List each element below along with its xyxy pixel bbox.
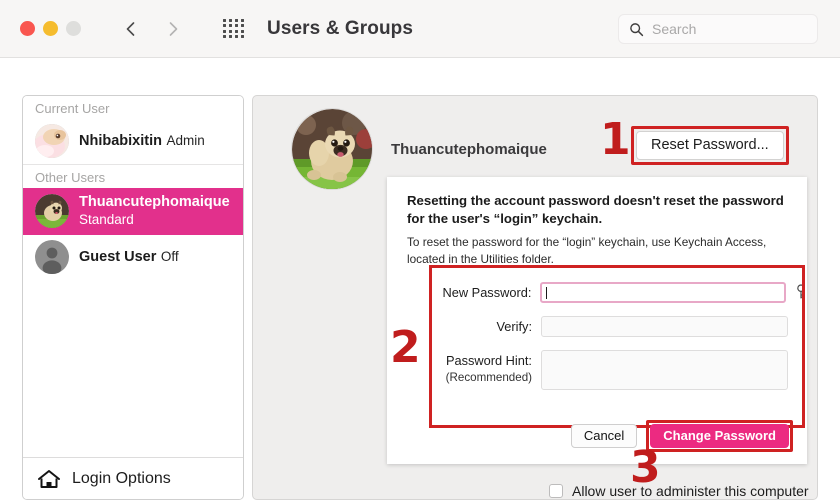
sidebar-item-text: Thuancutephomaique Standard [79, 193, 233, 229]
sidebar-item-login-options[interactable]: Login Options [23, 457, 243, 499]
sidebar-item-guest-user[interactable]: Guest User Off [23, 235, 243, 280]
sidebar-item-text: Nhibabixitin Admin [79, 132, 205, 150]
user-name: Guest User [79, 249, 157, 266]
change-password-highlight: Change Password [646, 420, 793, 452]
password-hint-label: Password Hint: (Recommended) [431, 350, 541, 385]
minimize-button[interactable] [43, 21, 58, 36]
field-row-verify: Verify: [431, 316, 807, 337]
traffic-light-buttons [20, 21, 81, 36]
admin-checkbox-row: Allow user to administer this computer [549, 483, 809, 499]
cancel-button[interactable]: Cancel [570, 424, 638, 448]
password-hint-label-main: Password Hint: [445, 353, 532, 368]
account-avatar[interactable] [291, 108, 373, 190]
verify-input[interactable] [541, 316, 788, 337]
home-icon [36, 468, 62, 490]
user-role: Off [160, 249, 179, 265]
avatar [35, 240, 69, 275]
field-row-new-password: New Password: [431, 282, 807, 303]
search-icon [629, 22, 644, 37]
search-input[interactable]: Search [618, 14, 818, 44]
back-chevron-icon[interactable] [123, 21, 139, 37]
sidebar-footer-label: Login Options [72, 469, 171, 487]
annotation-number-3: 3 [630, 442, 661, 493]
sidebar-group-header-other-users: Other Users [23, 164, 243, 188]
avatar [35, 124, 69, 158]
navigation-buttons [123, 21, 181, 37]
new-password-input[interactable] [540, 282, 786, 303]
reset-password-button[interactable]: Reset Password... [636, 131, 784, 160]
sidebar-group-header-current-user: Current User [23, 96, 243, 119]
new-password-label: New Password: [442, 285, 532, 300]
user-role: Standard [79, 212, 134, 228]
field-row-password-hint: Password Hint: (Recommended) [431, 350, 807, 390]
annotation-number-2: 2 [390, 322, 421, 373]
account-detail-panel: Thuancutephomaique Reset Password... Res… [252, 95, 818, 500]
sidebar-item-text: Guest User Off [79, 248, 179, 266]
page-title: Users & Groups [267, 17, 414, 39]
users-sidebar: Current User Nhibabixitin Admin Other Us… [22, 95, 244, 500]
sheet-title: Resetting the account password doesn't r… [407, 193, 784, 227]
password-hint-input[interactable] [541, 350, 788, 390]
change-password-button[interactable]: Change Password [650, 424, 789, 448]
avatar [35, 194, 69, 229]
search-placeholder: Search [652, 21, 697, 37]
sidebar-item-nhibabixitin[interactable]: Nhibabixitin Admin [23, 119, 243, 164]
sheet-subtitle: To reset the password for the “login” ke… [407, 235, 767, 266]
reset-password-highlight: Reset Password... [631, 126, 789, 165]
sidebar-item-thuancutephomaique[interactable]: Thuancutephomaique Standard [23, 188, 243, 236]
reset-password-sheet: Resetting the account password doesn't r… [387, 177, 807, 464]
users-and-groups-window: Users & Groups Search Current User Nhiba… [0, 0, 840, 500]
allow-administer-label: Allow user to administer this computer [572, 483, 809, 499]
allow-administer-checkbox[interactable] [549, 484, 563, 498]
user-name: Nhibabixitin [79, 132, 162, 149]
zoom-button[interactable] [66, 21, 81, 36]
user-name: Thuancutephomaique [79, 194, 230, 210]
annotation-number-1: 1 [600, 114, 631, 165]
user-role: Admin [166, 132, 205, 148]
close-button[interactable] [20, 21, 35, 36]
password-fields: New Password: Verify: Password Hint: (Re… [431, 282, 807, 419]
forward-chevron-icon[interactable] [165, 21, 181, 37]
password-hint-sublabel: (Recommended) [445, 370, 532, 384]
sheet-buttons: Cancel Change Password [570, 420, 793, 452]
key-icon[interactable] [795, 284, 807, 300]
show-all-preferences-icon[interactable] [223, 18, 245, 39]
account-name: Thuancutephomaique [391, 140, 547, 158]
window-titlebar: Users & Groups Search [0, 0, 840, 58]
verify-label: Verify: [496, 319, 532, 334]
